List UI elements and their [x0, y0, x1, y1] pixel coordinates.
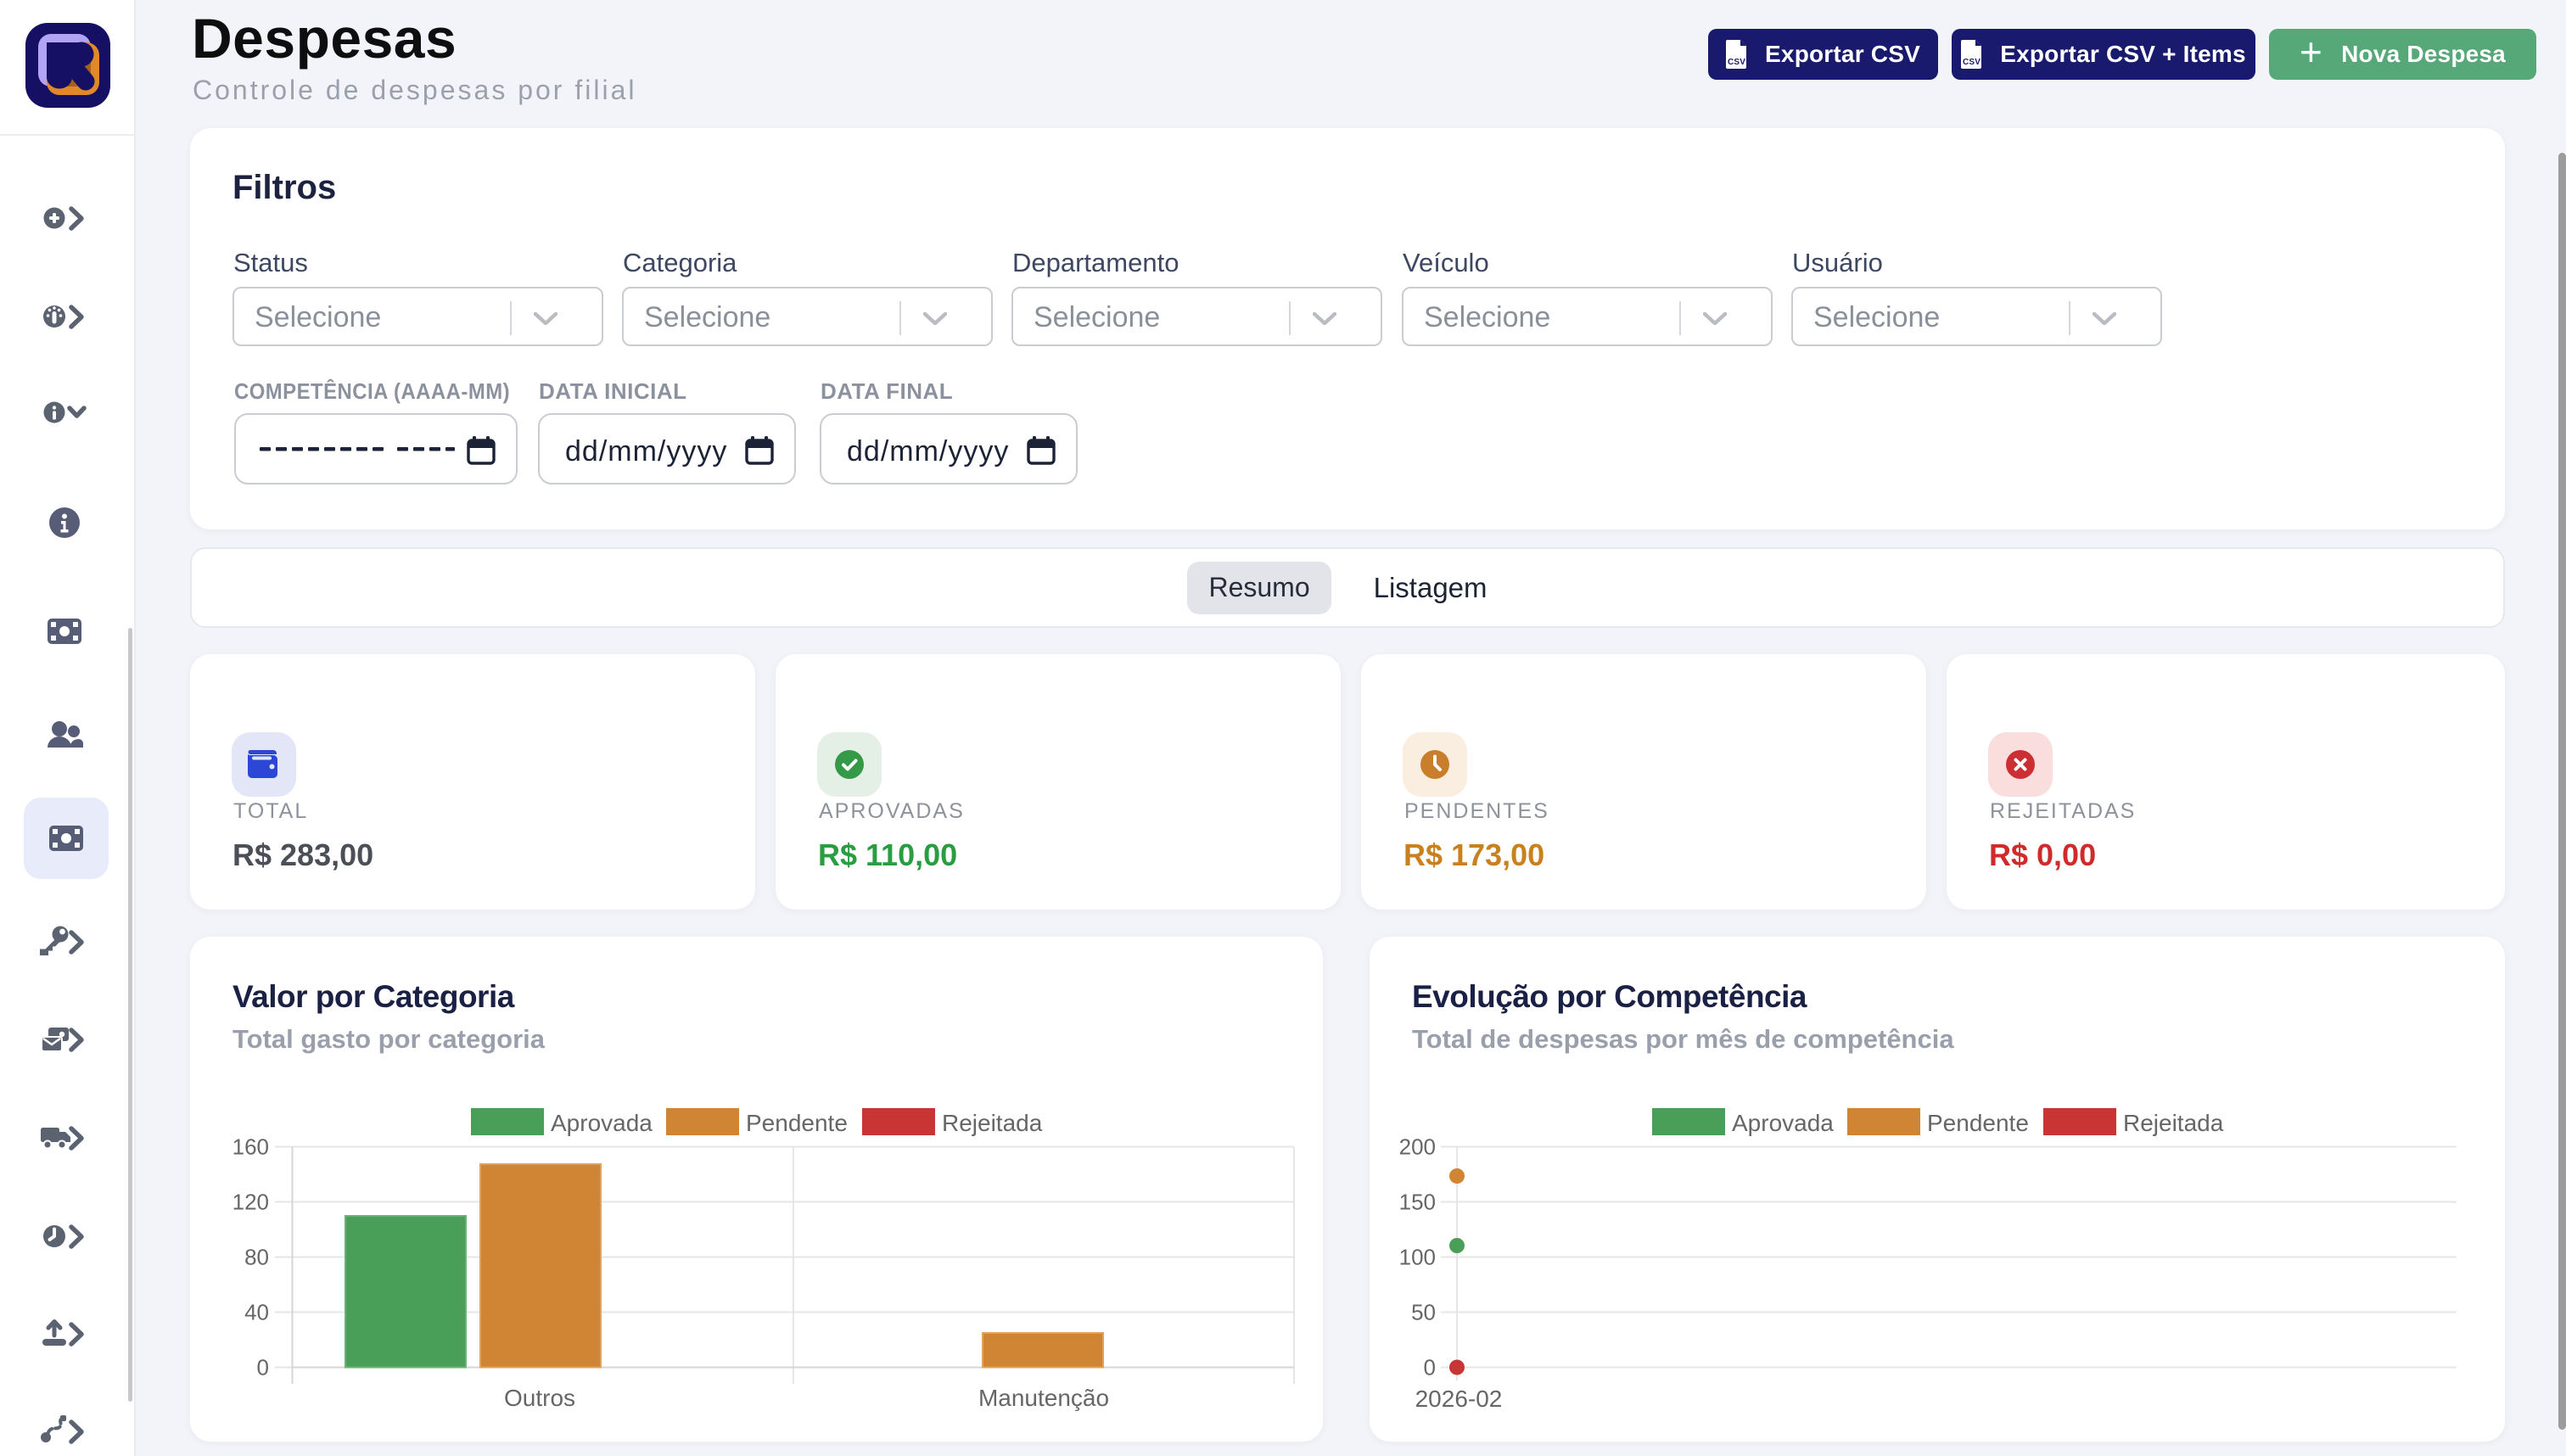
svg-text:80: 80	[244, 1245, 269, 1270]
svg-text:Pendente: Pendente	[1927, 1110, 2029, 1136]
svg-text:Pendente: Pendente	[746, 1110, 848, 1136]
svg-text:2026-02: 2026-02	[1415, 1386, 1503, 1412]
svg-text:Aprovada: Aprovada	[1732, 1110, 1834, 1136]
svg-text:0: 0	[257, 1355, 269, 1380]
svg-text:100: 100	[1399, 1245, 1436, 1270]
svg-text:150: 150	[1399, 1190, 1436, 1215]
svg-text:Aprovada: Aprovada	[551, 1110, 653, 1136]
svg-text:Outros: Outros	[504, 1385, 575, 1411]
svg-text:Rejeitada: Rejeitada	[2123, 1110, 2224, 1136]
svg-text:Rejeitada: Rejeitada	[942, 1110, 1043, 1136]
svg-text:0: 0	[1424, 1355, 1436, 1380]
svg-text:200: 200	[1399, 1134, 1436, 1160]
svg-text:Manutenção: Manutenção	[978, 1385, 1109, 1411]
svg-text:40: 40	[244, 1300, 269, 1325]
svg-text:CSV: CSV	[1728, 58, 1745, 67]
svg-text:CSV: CSV	[1963, 58, 1981, 67]
svg-text:120: 120	[233, 1190, 269, 1215]
svg-text:160: 160	[233, 1134, 269, 1160]
svg-text:50: 50	[1411, 1300, 1436, 1325]
